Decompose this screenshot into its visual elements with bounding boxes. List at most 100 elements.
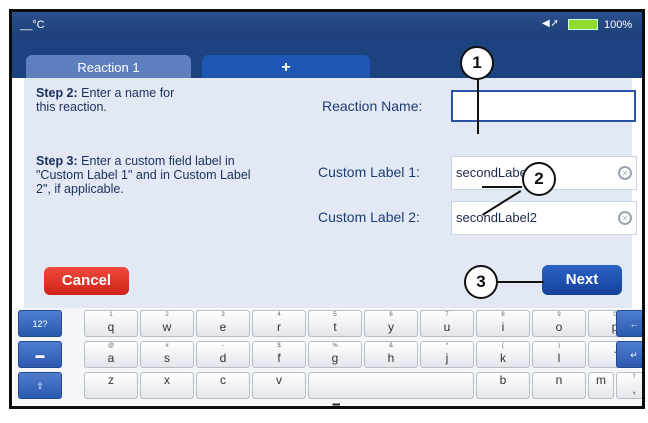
key-secondary-label: * — [445, 343, 449, 349]
key-secondary-label: 6 — [389, 312, 393, 318]
on-screen-keyboard: 12? 1 q 2 w 3 e 4 r 5 t 6 y 7 u 8 i 9 o 0 p ← ▬ @ a # s - d $ f% g & h * j… — [14, 308, 642, 406]
status-bar: __°C ◀︎ ➚ 100% — [12, 12, 642, 38]
key-label: h — [387, 351, 395, 365]
key-secondary-label: 2 — [165, 312, 169, 318]
key-0[interactable]: ⇧ — [18, 372, 62, 399]
key-4[interactable]: $ f — [252, 341, 306, 368]
key-secondary-label: 4 — [277, 312, 281, 318]
key-label: w — [162, 320, 172, 334]
tab-add-reaction[interactable]: + — [202, 55, 370, 78]
key-secondary-label: $ — [277, 343, 281, 349]
key-label: z — [108, 373, 114, 387]
key-label: x — [164, 373, 170, 387]
step-2-instruction: Step 2: Enter a name for this reaction. — [36, 86, 196, 114]
key-secondary-label: @ — [107, 343, 115, 349]
key-label: ← — [629, 319, 639, 329]
key-2[interactable]: 2w — [140, 310, 194, 337]
battery-percent: 100% — [604, 19, 633, 31]
key-11[interactable]: ← — [616, 310, 642, 337]
key-label: ▬ — [35, 350, 45, 360]
callout-2-line-a — [482, 186, 522, 188]
key-9[interactable]: ) l — [532, 341, 586, 368]
key-7[interactable]: * j — [420, 341, 474, 368]
key-label: s — [164, 351, 170, 365]
key-label: d — [219, 351, 227, 365]
key-secondary-label: 3 — [221, 312, 225, 318]
key-label: n — [555, 373, 563, 387]
key-label: q — [107, 320, 115, 334]
key-8[interactable]: (k — [476, 341, 530, 368]
key-9[interactable]: 9o — [532, 310, 586, 337]
tab-reaction-1[interactable]: Reaction 1 — [26, 55, 191, 78]
custom-label-2-input[interactable]: secondLabel2 — [451, 201, 637, 235]
battery-icon — [568, 19, 598, 30]
callout-2: 2 — [522, 162, 556, 196]
key-secondary-label: - — [222, 343, 224, 349]
key-label: r — [277, 320, 281, 334]
temperature-readout: __°C — [20, 19, 45, 31]
key-secondary-label: 8 — [501, 312, 505, 318]
key-label: c — [220, 373, 226, 387]
key-secondary-label: 9 — [557, 312, 561, 318]
key-label: 12? — [32, 319, 48, 329]
key-secondary-label: # — [165, 343, 169, 349]
clear-icon[interactable]: × — [618, 211, 632, 225]
key-3[interactable]: 3e — [196, 310, 250, 337]
key-5[interactable]: % g — [308, 341, 362, 368]
key-label: ⇧ — [36, 381, 44, 391]
device-screen: __°C ◀︎ ➚ 100% Reaction 1 + Step 2: Ente… — [9, 9, 645, 409]
key-11[interactable]: ↵ — [616, 341, 642, 368]
key-6[interactable]: b — [476, 372, 530, 399]
key-label: i — [501, 320, 505, 334]
key-label: k — [500, 351, 506, 365]
tab-bar: Reaction 1 + — [12, 38, 642, 78]
key-3[interactable]: c — [196, 372, 250, 399]
key-label: g — [331, 351, 339, 365]
reaction-name-label: Reaction Name: — [322, 98, 423, 114]
key-2[interactable]: # s — [140, 341, 194, 368]
key-label: l — [557, 351, 561, 365]
key-7[interactable]: n — [532, 372, 586, 399]
key-secondary-label: ? — [632, 374, 636, 380]
key-7[interactable]: 7u — [420, 310, 474, 337]
key-4[interactable]: 4r — [252, 310, 306, 337]
callout-1: 1 — [460, 46, 494, 80]
key-label: t — [333, 320, 337, 334]
keyboard-handle[interactable]: ▪▪▪▪ — [332, 400, 340, 406]
space-key[interactable] — [308, 372, 474, 399]
key-1[interactable]: @ a — [84, 341, 138, 368]
key-0[interactable]: 12? — [18, 310, 62, 337]
clear-icon[interactable]: × — [618, 166, 632, 180]
key-5[interactable]: 5t — [308, 310, 362, 337]
key-label: ↵ — [630, 350, 638, 360]
key-secondary-label: & — [388, 343, 393, 349]
custom-label-2-label: Custom Label 2: — [318, 209, 420, 225]
key-6[interactable]: 6y — [364, 310, 418, 337]
key-secondary-label: % — [332, 343, 338, 349]
cancel-button[interactable]: Cancel — [44, 267, 129, 295]
key-label: f — [277, 351, 281, 365]
key-label: y — [388, 320, 394, 334]
key-label: e — [219, 320, 227, 334]
next-button[interactable]: Next — [542, 265, 622, 295]
key-1[interactable]: 1q — [84, 310, 138, 337]
key-4[interactable]: v — [252, 372, 306, 399]
key-label: o — [555, 320, 563, 334]
key-9[interactable]: ?, — [616, 372, 642, 399]
key-1[interactable]: z — [84, 372, 138, 399]
key-8[interactable]: 8i — [476, 310, 530, 337]
key-label: u — [443, 320, 451, 334]
key-label: a — [107, 351, 115, 365]
key-2[interactable]: x — [140, 372, 194, 399]
step-3-instruction: Step 3: Enter a custom field label in "C… — [36, 154, 251, 196]
key-6[interactable]: & h — [364, 341, 418, 368]
custom-label-2-value: secondLabel2 — [456, 210, 537, 225]
key-secondary-label: 1 — [109, 312, 113, 318]
key-secondary-label: ) — [558, 343, 560, 349]
step-2-title: Step 2: — [36, 86, 78, 100]
callout-3: 3 — [464, 265, 498, 299]
custom-label-1-value: secondLabe — [456, 165, 527, 180]
key-0[interactable]: ▬ — [18, 341, 62, 368]
key-8[interactable]: m — [588, 372, 614, 399]
key-3[interactable]: -d — [196, 341, 250, 368]
